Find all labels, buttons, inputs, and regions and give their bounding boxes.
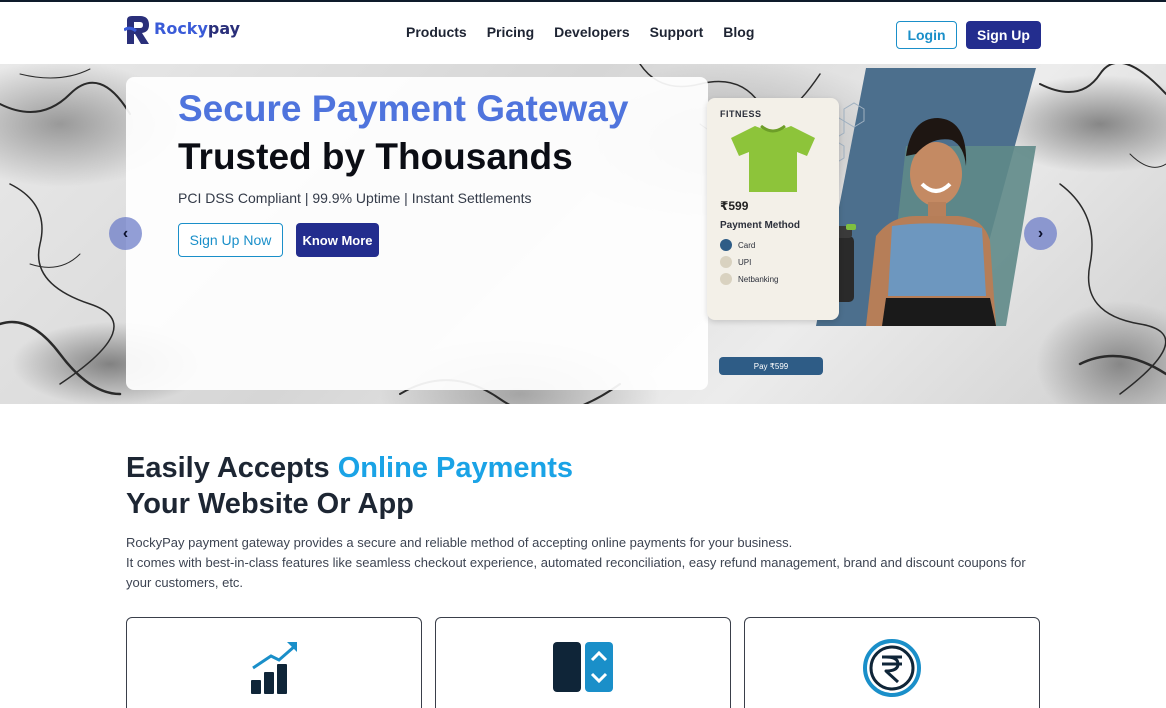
nav-products[interactable]: Products bbox=[406, 24, 467, 40]
feature-card-2[interactable] bbox=[435, 617, 731, 708]
site-header: Rockypay Products Pricing Developers Sup… bbox=[0, 2, 1166, 64]
checkout-card-illustration: FITNESS ₹599 Payment Method Card UPI Net… bbox=[707, 98, 839, 375]
carousel-prev-button[interactable]: ‹ bbox=[109, 217, 142, 250]
growth-chart-icon bbox=[251, 642, 297, 694]
hero-title-line2: Trusted by Thousands bbox=[178, 136, 573, 177]
payment-option-netbanking: Netbanking bbox=[720, 273, 778, 285]
chevron-right-icon: › bbox=[1037, 224, 1044, 242]
main-nav: Products Pricing Developers Support Blog bbox=[396, 24, 764, 40]
nav-pricing[interactable]: Pricing bbox=[487, 24, 534, 40]
payment-option-upi: UPI bbox=[720, 256, 751, 268]
payment-option-card: Card bbox=[720, 239, 755, 251]
checkout-category: FITNESS bbox=[720, 109, 762, 119]
nav-support[interactable]: Support bbox=[650, 24, 704, 40]
hero-know-more-button[interactable]: Know More bbox=[296, 223, 379, 257]
nav-blog[interactable]: Blog bbox=[723, 24, 754, 40]
rupee-coin-icon bbox=[863, 639, 921, 697]
section-heading-part1: Easily Accepts bbox=[126, 452, 338, 484]
hero-subtitle: PCI DSS Compliant | 99.9% Uptime | Insta… bbox=[178, 190, 532, 206]
section-description-line1: RockyPay payment gateway provides a secu… bbox=[126, 535, 793, 550]
feature-card-1[interactable] bbox=[126, 617, 422, 708]
section-heading: Easily Accepts Online Payments Your Webs… bbox=[126, 450, 573, 522]
chevron-left-icon: ‹ bbox=[122, 224, 129, 242]
checkout-price: ₹599 bbox=[720, 199, 749, 213]
checkout-pay-button: Pay ₹599 bbox=[719, 357, 823, 375]
section-heading-line2: Your Website Or App bbox=[126, 488, 414, 520]
card-icon bbox=[720, 239, 732, 251]
logo-text-rocky: Rocky bbox=[154, 18, 208, 38]
rockypay-logo[interactable]: Rockypay bbox=[124, 14, 240, 48]
section-description-line2: It comes with best-in-class features lik… bbox=[126, 555, 1026, 590]
logo-text-pay: pay bbox=[207, 18, 241, 38]
signup-button[interactable]: Sign Up bbox=[966, 21, 1041, 49]
toggle-panel-icon bbox=[553, 642, 613, 692]
section-heading-accent: Online Payments bbox=[337, 452, 574, 484]
logo-mark-icon bbox=[124, 16, 149, 44]
payment-method-label: Payment Method bbox=[720, 220, 801, 231]
netbanking-icon bbox=[720, 273, 732, 285]
nav-developers[interactable]: Developers bbox=[554, 24, 629, 40]
hero-title-line1: Secure Payment Gateway bbox=[178, 88, 629, 129]
feature-card-3[interactable] bbox=[744, 617, 1040, 708]
upi-icon bbox=[720, 256, 732, 268]
login-button[interactable]: Login bbox=[896, 21, 957, 49]
tshirt-image bbox=[731, 124, 815, 192]
section-description: RockyPay payment gateway provides a secu… bbox=[126, 533, 1041, 593]
hero-signup-now-button[interactable]: Sign Up Now bbox=[178, 223, 283, 257]
